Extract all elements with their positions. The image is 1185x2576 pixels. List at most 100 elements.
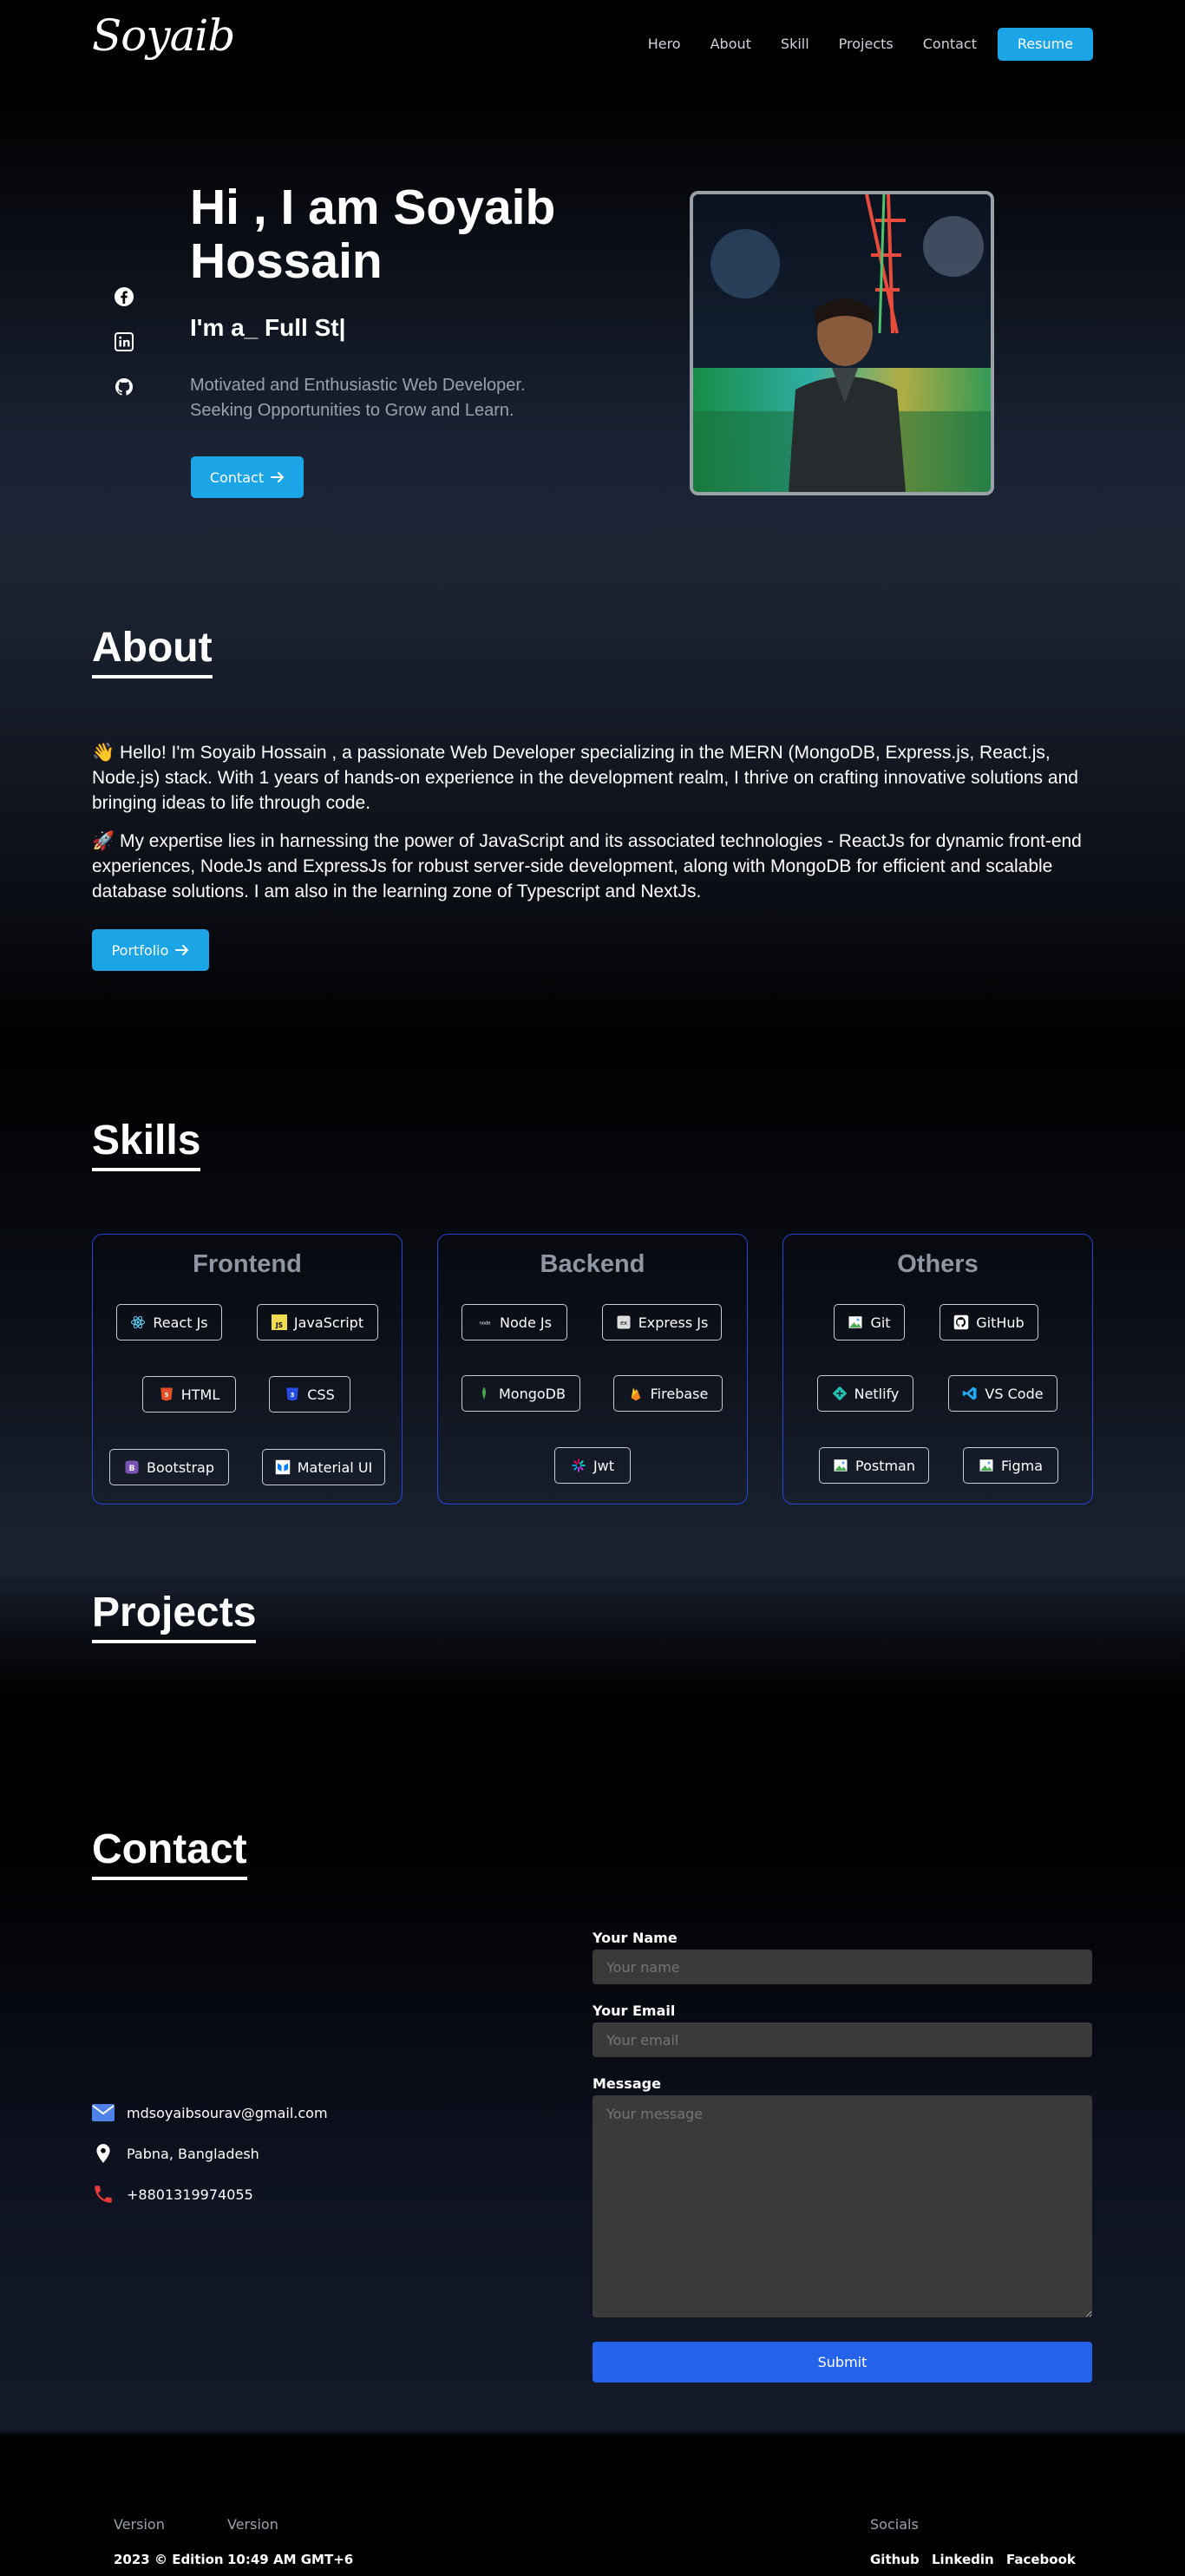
netlify-icon <box>832 1386 847 1401</box>
nav-links: Hero About Skill Projects Contact Resume <box>648 28 1093 61</box>
logo[interactable]: Soyaib <box>92 10 235 61</box>
location-pin-icon <box>96 2144 110 2163</box>
firebase-icon <box>631 1387 640 1401</box>
skill-chip-postman: Postman <box>819 1447 929 1484</box>
facebook-icon[interactable] <box>114 286 134 307</box>
skill-card-title: Frontend <box>193 1250 302 1278</box>
phone-icon <box>95 2186 112 2203</box>
contact-location: Pabna, Bangladesh <box>92 2142 259 2165</box>
skill-chip-git: Git <box>834 1304 905 1340</box>
skills-title: Skills <box>92 1118 201 1171</box>
github-icon <box>954 1314 969 1330</box>
svg-text:JS: JS <box>275 1321 283 1329</box>
about-paragraph-1: 👋 Hello! I'm Soyaib Hossain , a passiona… <box>92 743 1078 813</box>
linkedin-icon[interactable] <box>114 331 134 352</box>
bootstrap-icon: B <box>125 1460 139 1474</box>
name-label: Your Name <box>592 1930 678 1946</box>
svg-text:B: B <box>129 1465 135 1473</box>
skill-chip-mongodb: MongoDB <box>462 1375 580 1412</box>
contact-email: mdsoyaibsourav@gmail.com <box>92 2104 328 2121</box>
footer-linkedin-link[interactable]: Linkedin <box>932 2552 994 2567</box>
skill-chip-label: MongoDB <box>499 1385 566 1402</box>
skill-chip-css: 3 CSS <box>269 1376 350 1413</box>
skill-chip-label: Postman <box>854 1457 915 1474</box>
contact-location-text: Pabna, Bangladesh <box>127 2145 259 2162</box>
mail-icon <box>92 2104 115 2121</box>
skill-chip-label: GitHub <box>976 1314 1025 1331</box>
hero-description: Motivated and Enthusiastic Web Developer… <box>190 376 526 420</box>
skill-chip-javascript: JS JavaScript <box>257 1304 378 1340</box>
skill-chip-label: Jwt <box>592 1457 615 1474</box>
projects-title: Projects <box>92 1590 257 1643</box>
skill-chip-label: Figma <box>1000 1457 1044 1474</box>
skill-chip-vscode: VS Code <box>948 1375 1057 1412</box>
svg-text:5: 5 <box>164 1392 168 1399</box>
hero-title: Hi , I am Soyaib Hossain <box>190 180 556 289</box>
vscode-icon <box>963 1386 977 1400</box>
figma-icon <box>979 1459 993 1472</box>
skill-chip-label: Git <box>870 1314 891 1331</box>
express-icon: ex <box>617 1315 631 1329</box>
skill-chip-label: VS Code <box>985 1385 1044 1402</box>
skill-chip-label: CSS <box>307 1386 335 1403</box>
footer-time: 10:49 AM GMT+6 <box>227 2552 354 2567</box>
svg-text:node: node <box>479 1321 490 1326</box>
skill-card-frontend: Frontend React Js JS JavaScript 5 HTML 3… <box>92 1234 403 1504</box>
navbar: Soyaib Hero About Skill Projects Contact… <box>0 0 1185 90</box>
css-icon: 3 <box>286 1387 298 1401</box>
skill-card-title: Others <box>897 1250 979 1278</box>
name-input[interactable] <box>592 1950 1092 1984</box>
skill-chip-label: Node Js <box>500 1314 552 1331</box>
contact-email-text[interactable]: mdsoyaibsourav@gmail.com <box>127 2105 328 2121</box>
svg-text:ex: ex <box>620 1320 627 1327</box>
page: Soyaib Hero About Skill Projects Contact… <box>0 0 1185 2576</box>
footer-facebook-link[interactable]: Facebook <box>1006 2552 1076 2567</box>
profile-photo <box>690 191 994 495</box>
skill-chip-expressjs: ex Express Js <box>602 1304 722 1340</box>
email-input[interactable] <box>592 2022 1092 2057</box>
javascript-icon: JS <box>271 1314 287 1330</box>
contact-title: Contact <box>92 1826 247 1880</box>
submit-button[interactable]: Submit <box>592 2342 1092 2383</box>
skill-card-others: Others Git GitHub Netlify VS Code Postma… <box>782 1234 1093 1504</box>
portfolio-button[interactable]: Portfolio <box>92 929 209 971</box>
skill-chip-figma: Figma <box>963 1447 1058 1484</box>
skill-chip-html: 5 HTML <box>142 1376 236 1413</box>
footer-github-link[interactable]: Github <box>870 2552 920 2567</box>
hero-contact-label: Contact <box>209 469 265 486</box>
nav-link-skill[interactable]: Skill <box>781 28 809 61</box>
skill-card-backend: Backend node Node Js ex Express Js Mongo… <box>437 1234 748 1504</box>
svg-text:3: 3 <box>291 1392 295 1399</box>
message-textarea[interactable] <box>592 2095 1092 2317</box>
hero-typed-text: I'm a_ Full St| <box>190 314 346 341</box>
arrow-right-icon <box>175 945 189 955</box>
nav-link-about[interactable]: About <box>710 28 751 61</box>
contact-phone-text[interactable]: +8801319974055 <box>127 2186 253 2203</box>
hero-socials <box>114 286 134 422</box>
skill-chip-react: React Js <box>116 1304 222 1340</box>
hero-contact-button[interactable]: Contact <box>191 456 304 498</box>
arrow-right-icon <box>271 472 285 482</box>
skill-chip-netlify: Netlify <box>817 1375 913 1412</box>
nav-link-hero[interactable]: Hero <box>648 28 681 61</box>
postman-icon <box>834 1459 848 1472</box>
email-label: Your Email <box>592 2002 676 2019</box>
skill-chip-label: HTML <box>180 1386 220 1403</box>
resume-button[interactable]: Resume <box>998 28 1093 61</box>
skill-chip-label: Material UI <box>297 1458 373 1476</box>
skill-chip-label: Express Js <box>638 1314 709 1331</box>
footer: Version 2023 © Edition Version 10:49 AM … <box>0 2436 1185 2576</box>
react-icon <box>131 1315 146 1329</box>
skill-chip-label: JavaScript <box>293 1314 364 1331</box>
nav-link-contact[interactable]: Contact <box>923 28 977 61</box>
skill-card-title: Backend <box>540 1250 645 1278</box>
contact-phone: +8801319974055 <box>92 2183 253 2206</box>
github-icon[interactable] <box>114 377 134 397</box>
nav-link-projects[interactable]: Projects <box>839 28 894 61</box>
nodejs-icon: node <box>479 1321 490 1326</box>
footer-edition: 2023 © Edition <box>114 2552 224 2567</box>
skill-chip-label: Netlify <box>854 1385 900 1402</box>
skill-chip-nodejs: node Node Js <box>462 1304 567 1340</box>
footer-socials-label: Socials <box>870 2516 919 2533</box>
message-label: Message <box>592 2075 661 2092</box>
